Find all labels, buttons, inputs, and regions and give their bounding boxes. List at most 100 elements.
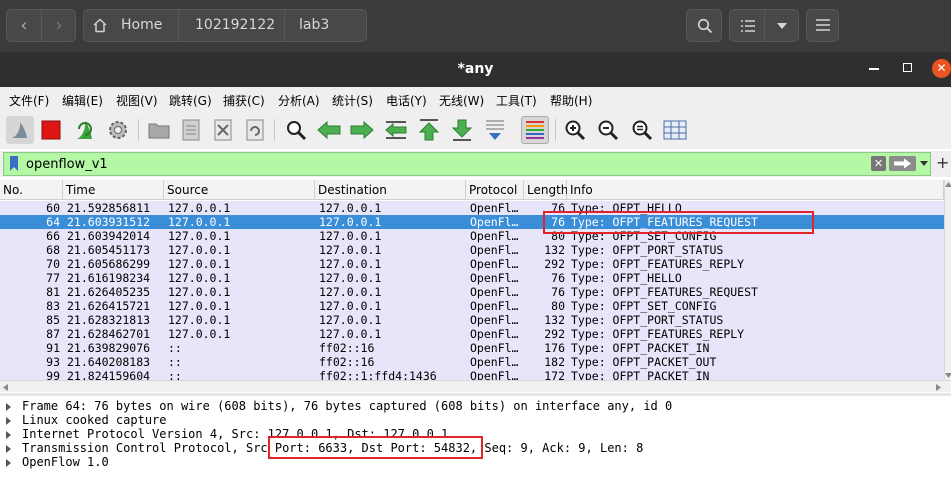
display-filter-input[interactable]: openflow_v1 ✕ [3, 152, 931, 176]
menu-capture[interactable]: 捕获(C) [223, 92, 265, 109]
cell-proto: OpenFl… [470, 215, 519, 229]
column-length[interactable]: Length [524, 180, 568, 200]
go-back-icon[interactable] [315, 116, 343, 144]
expand-arrow-icon[interactable] [6, 459, 11, 467]
cell-no: 70 [46, 257, 60, 271]
cell-dst: ff02::16 [319, 355, 375, 369]
detail-linux-cooked[interactable]: Linux cooked capture [22, 413, 167, 427]
add-filter-button-icon[interactable]: + [936, 154, 949, 172]
packet-row[interactable]: 83 21.626415721 127.0.0.1 127.0.0.1 OpenFl… 8… [0, 299, 944, 313]
menu-file[interactable]: 文件(F) [9, 92, 49, 109]
packet-row[interactable]: 87 21.628462701 127.0.0.1 127.0.0.1 OpenFl… 2… [0, 327, 944, 341]
cell-len: 172 [544, 369, 565, 380]
cell-info: Type: OFPT_SET_CONFIG [571, 299, 717, 313]
cell-dst: 127.0.0.1 [319, 271, 382, 285]
open-file-icon[interactable] [145, 116, 173, 144]
cell-dst: 127.0.0.1 [319, 215, 382, 229]
packet-row[interactable]: 99 21.824159604:: ff02::1:ffd4:1436 OpenFl…… [0, 369, 944, 380]
restart-capture-icon[interactable] [71, 116, 99, 144]
close-icon[interactable]: ✕ [932, 59, 951, 78]
cell-no: 85 [46, 313, 60, 327]
expand-arrow-icon[interactable] [6, 417, 11, 425]
breadcrumb-folder[interactable]: 102192122 [195, 9, 275, 42]
breadcrumb-home[interactable]: Home [121, 9, 162, 42]
scroll-right-icon[interactable] [936, 384, 941, 391]
menu-go[interactable]: 跳转(G) [169, 92, 212, 109]
maximize-icon[interactable] [903, 63, 912, 72]
zoom-normal-icon[interactable] [628, 116, 656, 144]
cell-no: 66 [46, 229, 60, 243]
horizontal-scrollbar[interactable] [0, 380, 951, 392]
cell-time: 21.640208183 [67, 355, 151, 369]
menu-analyze[interactable]: 分析(A) [278, 92, 320, 109]
autoscroll-icon[interactable] [481, 116, 509, 144]
capture-options-icon[interactable] [104, 116, 132, 144]
column-info[interactable]: Info [567, 180, 944, 200]
breadcrumb-current[interactable]: lab3 [299, 9, 329, 42]
resize-columns-icon[interactable] [661, 116, 689, 144]
colorize-icon[interactable] [521, 116, 549, 144]
packet-row[interactable]: 93 21.640208183:: ff02::16 OpenFl… 182 Type: … [0, 355, 944, 369]
expand-arrow-icon[interactable] [6, 403, 11, 411]
zoom-in-icon[interactable] [561, 116, 589, 144]
column-protocol[interactable]: Protocol [466, 180, 524, 200]
stop-capture-icon[interactable] [37, 116, 65, 144]
cell-src: :: [168, 369, 182, 380]
scroll-left-icon[interactable] [3, 384, 8, 391]
expand-arrow-icon[interactable] [6, 445, 11, 453]
go-forward-icon[interactable] [348, 116, 376, 144]
scroll-down-icon[interactable] [945, 373, 951, 378]
packet-row[interactable]: 81 21.626405235 127.0.0.1 127.0.0.1 OpenFl… 7… [0, 285, 944, 299]
menu-edit[interactable]: 编辑(E) [62, 92, 103, 109]
apply-filter-icon[interactable] [889, 156, 916, 171]
reload-file-icon[interactable] [241, 116, 269, 144]
cell-no: 77 [46, 271, 60, 285]
minimize-icon[interactable] [869, 68, 879, 70]
filter-dropdown-icon[interactable] [920, 161, 928, 166]
packet-row[interactable]: 85 21.628321813 127.0.0.1 127.0.0.1 OpenFl… 1… [0, 313, 944, 327]
packet-row[interactable]: 91 21.639829076:: ff02::16 OpenFl… 176 Type: … [0, 341, 944, 355]
column-time[interactable]: Time [63, 180, 164, 200]
cell-src: 127.0.0.1 [168, 201, 231, 215]
detail-openflow[interactable]: OpenFlow 1.0 [22, 455, 109, 469]
search-button[interactable] [686, 9, 722, 42]
cell-dst: ff02::16 [319, 341, 375, 355]
detail-frame[interactable]: Frame 64: 76 bytes on wire (608 bits), 7… [22, 399, 672, 413]
cell-time: 21.824159604 [67, 369, 151, 380]
hamburger-icon [816, 19, 830, 31]
packet-row[interactable]: 77 21.616198234 127.0.0.1 127.0.0.1 OpenFl… 7… [0, 271, 944, 285]
menu-wireless[interactable]: 无线(W) [439, 92, 484, 109]
cell-len: 132 [544, 313, 565, 327]
shark-fin-start-icon[interactable] [6, 116, 34, 144]
close-file-icon[interactable] [209, 116, 237, 144]
cell-no: 91 [46, 341, 60, 355]
cell-time: 21.605686299 [67, 257, 151, 271]
menu-telephony[interactable]: 电话(Y) [386, 92, 427, 109]
menu-statistics[interactable]: 统计(S) [332, 92, 373, 109]
menu-button[interactable] [806, 9, 839, 42]
go-last-icon[interactable] [448, 116, 476, 144]
vertical-scrollbar[interactable] [944, 180, 951, 380]
chevron-down-icon [777, 23, 787, 29]
packet-row[interactable]: 68 21.605451173 127.0.0.1 127.0.0.1 OpenFl… 1… [0, 243, 944, 257]
zoom-out-icon[interactable] [594, 116, 622, 144]
menu-view[interactable]: 视图(V) [116, 92, 158, 109]
go-to-packet-icon[interactable] [382, 116, 410, 144]
scroll-up-icon[interactable] [945, 182, 951, 187]
go-first-icon[interactable] [415, 116, 443, 144]
view-toggle[interactable] [729, 9, 799, 42]
clear-filter-icon[interactable]: ✕ [871, 156, 886, 171]
forward-icon[interactable]: › [42, 10, 76, 41]
save-file-icon[interactable] [177, 116, 205, 144]
cell-dst: 127.0.0.1 [319, 299, 382, 313]
column-source[interactable]: Source [164, 180, 315, 200]
column-no[interactable]: No. [0, 180, 63, 200]
back-icon[interactable]: ‹ [7, 10, 41, 41]
packet-row[interactable]: 70 21.605686299 127.0.0.1 127.0.0.1 OpenFl… 2… [0, 257, 944, 271]
bookmark-icon[interactable] [9, 156, 19, 172]
find-packet-icon[interactable] [282, 116, 310, 144]
column-destination[interactable]: Destination [315, 180, 466, 200]
menu-help[interactable]: 帮助(H) [550, 92, 592, 109]
expand-arrow-icon[interactable] [6, 431, 11, 439]
menu-tools[interactable]: 工具(T) [496, 92, 537, 109]
